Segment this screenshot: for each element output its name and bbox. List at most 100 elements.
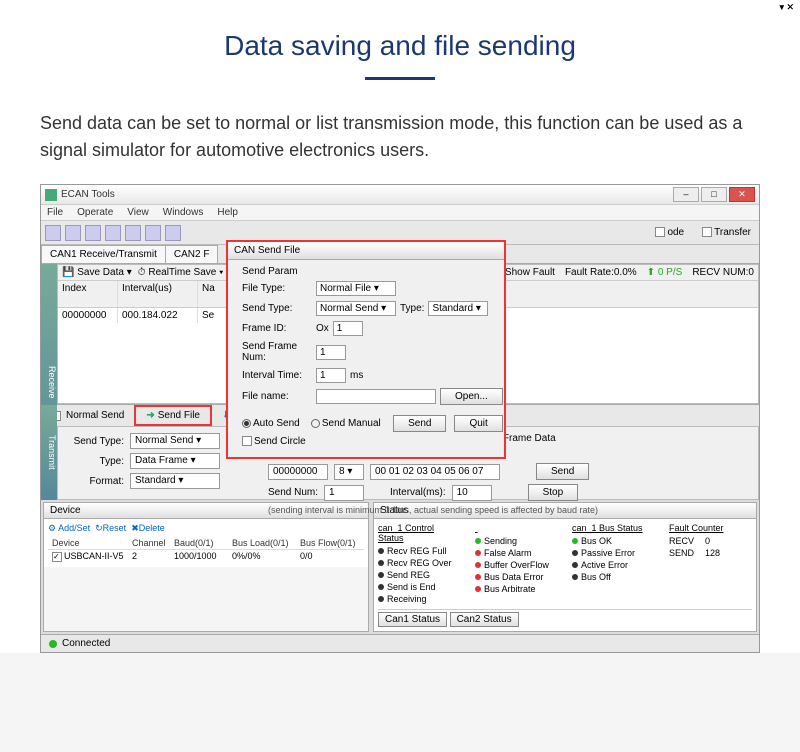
length-select[interactable]: 8 ▾ [334, 464, 364, 480]
connected-icon [49, 640, 57, 648]
menu-view[interactable]: View [127, 207, 149, 218]
status-item: Send REG [378, 569, 461, 581]
dialog-send-button[interactable]: Send [393, 415, 446, 432]
device-panel-title: Device [50, 505, 81, 516]
realtime-save-button[interactable]: ⏱ RealTime Save ▾ [138, 267, 224, 278]
close-button[interactable]: ✕ [729, 187, 755, 202]
col-interval[interactable]: Interval(us) [118, 281, 198, 307]
status-item: Passive Error [572, 547, 655, 559]
add-set-button[interactable]: ⚙ Add/Set [48, 523, 90, 533]
filetype-label: File Type: [242, 283, 312, 294]
tab-can1[interactable]: CAN1 Receive/Transmit [41, 245, 166, 263]
send-circle-checkbox[interactable]: Send Circle [242, 436, 306, 447]
send-param-legend: Send Param [242, 266, 298, 277]
app-icon [45, 189, 57, 201]
interval-label: Interval(ms): [390, 487, 446, 498]
status-item: Send is End [378, 581, 461, 593]
sendnum-label: Send Num: [268, 487, 318, 498]
menubar: File Operate View Windows Help [41, 205, 759, 221]
dialog-quit-button[interactable]: Quit [454, 415, 502, 432]
type-label: Type: [64, 456, 124, 467]
minimize-button[interactable]: – [673, 187, 699, 202]
control-status-header: can_1 Control Status [378, 523, 461, 543]
data-input[interactable] [370, 464, 500, 480]
intervaltime-label: Interval Time: [242, 370, 312, 381]
sendnum-input[interactable] [324, 485, 364, 501]
recv-num-label: RECV NUM:0 [692, 267, 754, 278]
toolbar-icon[interactable] [45, 225, 61, 241]
sendtype-select[interactable]: Normal Send ▾ [316, 301, 396, 316]
device-row[interactable]: USBCAN-II-V5 2 1000/1000 0%/0% 0/0 [48, 550, 364, 563]
fault-counter-header: Fault Counter [669, 523, 752, 533]
open-button[interactable]: Open... [440, 388, 503, 405]
window-titlebar: ECAN Tools – □ ✕ [41, 185, 759, 205]
recv-counter: RECV 0 [669, 535, 752, 547]
bus-status-header: can_1 Bus Status [572, 523, 655, 533]
stop-button[interactable]: Stop [528, 484, 579, 501]
col-busflow: Bus Flow(0/1) [296, 537, 364, 549]
intervaltime-input[interactable] [316, 368, 346, 383]
status-item: Bus OK [572, 535, 655, 547]
frameid-input[interactable] [268, 464, 328, 480]
interval-input[interactable] [452, 485, 492, 501]
delete-button[interactable]: ✖Delete [131, 523, 165, 533]
status-item: Active Error [572, 559, 655, 571]
status-item: Bus Arbitrate [475, 583, 558, 595]
framenum-input[interactable] [316, 345, 346, 360]
mode-label[interactable]: ode [655, 227, 684, 238]
auto-send-radio[interactable]: Auto Send [242, 418, 300, 429]
can-send-file-dialog: CAN Send File Send Param File Type: Norm… [226, 240, 506, 459]
title-underline [365, 77, 435, 80]
menu-help[interactable]: Help [217, 207, 238, 218]
col-channel: Channel [128, 537, 170, 549]
status-item: Bus Off [572, 571, 655, 583]
tab-can2[interactable]: CAN2 F [165, 245, 219, 263]
toolbar-icon[interactable] [105, 225, 121, 241]
can2-status-tab[interactable]: Can2 Status [450, 612, 519, 627]
toolbar-icon[interactable] [125, 225, 141, 241]
sendtype-select[interactable]: Normal Send ▾ [130, 433, 220, 449]
filename-label: File name: [242, 391, 312, 402]
send-button[interactable]: Send [536, 463, 589, 480]
type-select[interactable]: Standard ▾ [428, 301, 488, 316]
transmit-strip: Transmit [41, 405, 57, 500]
toolbar-icon[interactable] [145, 225, 161, 241]
frameid-prefix: Ox [316, 323, 329, 334]
type-select[interactable]: Data Frame ▾ [130, 453, 220, 469]
manual-send-radio[interactable]: Send Manual [311, 418, 381, 429]
menu-file[interactable]: File [47, 207, 63, 218]
sending-note: (sending interval is minimum 0.1ms, actu… [268, 505, 752, 515]
statusbar: Connected [41, 634, 759, 652]
status-panel: Status ▾ ✕ can_1 Control Status Recv REG… [373, 502, 757, 632]
filetype-select[interactable]: Normal File ▾ [316, 281, 396, 296]
toolbar-icon[interactable] [165, 225, 181, 241]
transfer-label[interactable]: Transfer [702, 227, 751, 238]
toolbar-icon[interactable] [65, 225, 81, 241]
receive-panel: 💾 Save Data ▾ ⏱ RealTime Save ▾ 🔍 Show F… [57, 264, 759, 404]
col-device: Device [48, 537, 128, 549]
cell-index: 00000000 [58, 308, 118, 323]
col-busload: Bus Load(0/1) [228, 537, 296, 549]
menu-windows[interactable]: Windows [163, 207, 204, 218]
menu-operate[interactable]: Operate [77, 207, 113, 218]
ps-label: ⬆ 0 P/S [647, 267, 683, 278]
send-file-tab[interactable]: ➜Send File [134, 405, 212, 426]
arrow-icon: ➜ [146, 410, 154, 421]
frameid-input[interactable] [333, 321, 363, 336]
window-title: ECAN Tools [61, 189, 673, 200]
status-item: Receiving [378, 593, 461, 605]
type-label: Type: [400, 303, 424, 314]
save-data-button[interactable]: 💾 Save Data ▾ [62, 267, 132, 278]
filename-input[interactable] [316, 389, 436, 404]
col-baud: Baud(0/1) [170, 537, 228, 549]
status-item: Sending [475, 535, 558, 547]
reset-button[interactable]: ↻Reset [95, 523, 126, 533]
col-index[interactable]: Index [58, 281, 118, 307]
format-label: Format: [64, 476, 124, 487]
toolbar-icon[interactable] [85, 225, 101, 241]
maximize-button[interactable]: □ [701, 187, 727, 202]
sendtype-label: Send Type: [64, 436, 124, 447]
format-select[interactable]: Standard ▾ [130, 473, 220, 489]
status-item: Bus Data Error [475, 571, 558, 583]
can1-status-tab[interactable]: Can1 Status [378, 612, 447, 627]
